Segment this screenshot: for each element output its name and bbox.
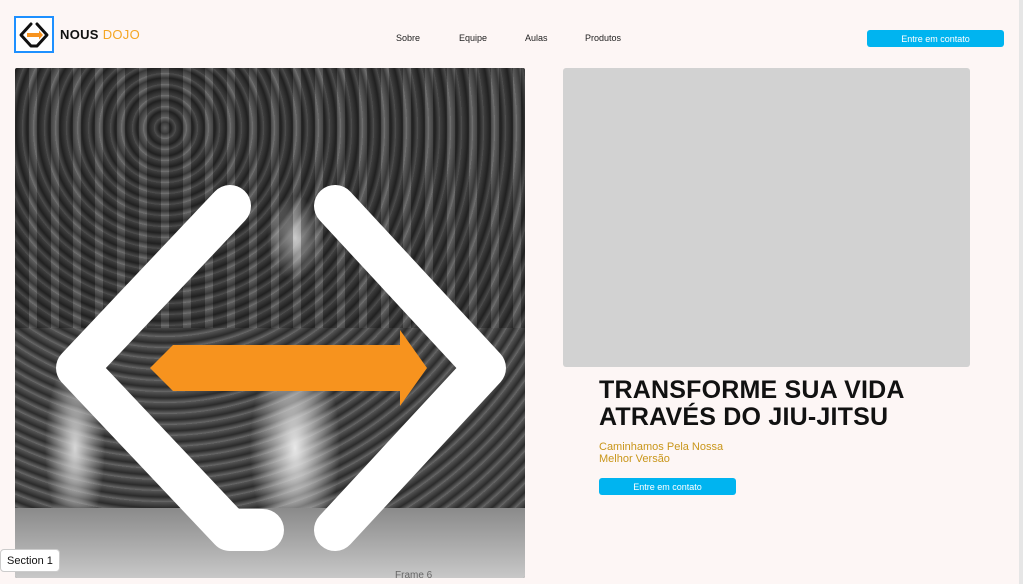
section-label[interactable]: Section 1 bbox=[0, 549, 60, 572]
header-contact-button[interactable]: Entre em contato bbox=[867, 30, 1004, 47]
hero-subheading-line1: Caminhamos Pela Nossa bbox=[599, 441, 724, 453]
logo-mark-svg bbox=[19, 22, 49, 47]
nav-link-produtos[interactable]: Produtos bbox=[585, 33, 621, 43]
hero-subheading-line2: Melhor Versão bbox=[599, 453, 670, 465]
brand-name-part1: NOUS bbox=[60, 27, 99, 42]
hero-subheading: Caminhamos Pela Nossa Melhor Versão bbox=[599, 441, 759, 465]
hero-headline: TRANSFORME SUA VIDA ATRAVÉS DO JIU-JITSU bbox=[599, 377, 939, 431]
hero-logo-overlay bbox=[56, 185, 506, 551]
photo-frame-caption: Frame 6 bbox=[395, 570, 433, 581]
hero-headline-line2: ATRAVÉS DO JIU-JITSU bbox=[599, 403, 889, 431]
brand-name-part2: DOJO bbox=[102, 27, 140, 42]
image-placeholder bbox=[563, 68, 970, 367]
site-header: NOUS DOJO Sobre Equipe Aulas Produtos En… bbox=[0, 0, 1023, 70]
nav-link-equipe[interactable]: Equipe bbox=[459, 33, 487, 43]
hero-photo bbox=[15, 68, 525, 578]
canvas-edge bbox=[1019, 0, 1023, 584]
nav-link-aulas[interactable]: Aulas bbox=[525, 33, 548, 43]
nav-link-sobre[interactable]: Sobre bbox=[396, 33, 420, 43]
hero-contact-button[interactable]: Entre em contato bbox=[599, 478, 736, 495]
brand-name[interactable]: NOUS DOJO bbox=[60, 27, 140, 42]
arrow-right-icon bbox=[150, 330, 427, 406]
logo-mark-icon[interactable] bbox=[14, 16, 54, 53]
hero-headline-line1: TRANSFORME SUA VIDA bbox=[599, 376, 905, 404]
